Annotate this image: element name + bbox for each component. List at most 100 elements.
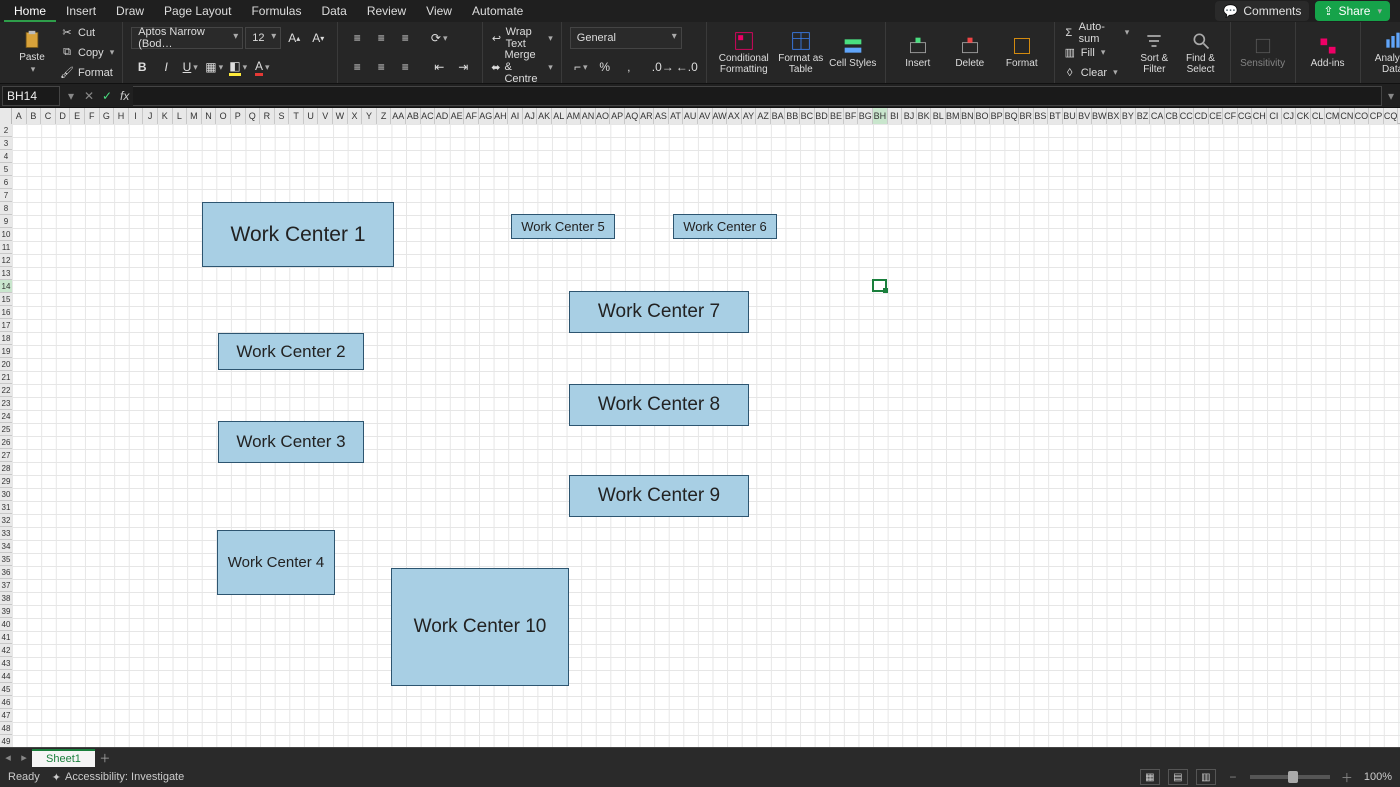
increase-font-button[interactable]: A▴	[283, 27, 305, 49]
row-header[interactable]: 18	[0, 332, 12, 345]
copy-button[interactable]: ⧉Copy▾	[60, 44, 114, 62]
fx-icon[interactable]: fx	[116, 89, 133, 103]
column-header[interactable]: BI	[888, 108, 903, 124]
row-header[interactable]: 10	[0, 228, 12, 241]
column-header[interactable]: E	[70, 108, 85, 124]
row-header[interactable]: 19	[0, 345, 12, 358]
row-header[interactable]: 37	[0, 579, 12, 592]
column-header[interactable]: K	[158, 108, 173, 124]
column-header[interactable]: R	[260, 108, 275, 124]
format-cells-button[interactable]: Format	[998, 26, 1046, 80]
row-header[interactable]: 22	[0, 384, 12, 397]
font-color-button[interactable]: A▾	[251, 56, 273, 78]
column-header[interactable]: D	[56, 108, 71, 124]
column-header[interactable]: Z	[377, 108, 392, 124]
decrease-decimal-button[interactable]: ←.0	[676, 56, 698, 78]
menu-tab-review[interactable]: Review	[357, 1, 416, 22]
underline-button[interactable]: U▾	[179, 56, 201, 78]
row-header[interactable]: 48	[0, 722, 12, 735]
find-select-button[interactable]: Find & Select	[1179, 26, 1221, 80]
addins-button[interactable]: Add-ins	[1304, 26, 1352, 80]
column-header[interactable]: AJ	[523, 108, 538, 124]
column-header[interactable]: L	[173, 108, 188, 124]
accounting-format-button[interactable]: ⌐▾	[570, 56, 592, 78]
wrap-text-button[interactable]: ↩Wrap Text▾	[491, 29, 553, 47]
column-header[interactable]: AC	[421, 108, 436, 124]
clear-button[interactable]: ◊Clear▾	[1063, 64, 1129, 82]
column-header[interactable]: CP	[1369, 108, 1384, 124]
menu-tab-page-layout[interactable]: Page Layout	[154, 1, 241, 22]
column-header[interactable]: BX	[1107, 108, 1122, 124]
column-header[interactable]: U	[304, 108, 319, 124]
align-left-button[interactable]: ≡	[346, 56, 368, 78]
column-header[interactable]: CF	[1223, 108, 1238, 124]
column-header[interactable]: BZ	[1136, 108, 1151, 124]
row-header[interactable]: 4	[0, 150, 12, 163]
column-header[interactable]: BT	[1048, 108, 1063, 124]
row-header[interactable]: 29	[0, 475, 12, 488]
column-header[interactable]: S	[275, 108, 290, 124]
column-header[interactable]: V	[318, 108, 333, 124]
row-header[interactable]: 30	[0, 488, 12, 501]
accept-formula-button[interactable]: ✓	[98, 89, 116, 103]
column-header[interactable]: N	[202, 108, 217, 124]
view-normal-button[interactable]: ▦	[1140, 769, 1160, 785]
column-header[interactable]: CC	[1180, 108, 1195, 124]
increase-indent-button[interactable]: ⇥	[452, 56, 474, 78]
column-header[interactable]: H	[114, 108, 129, 124]
column-header[interactable]: B	[27, 108, 42, 124]
menu-tab-draw[interactable]: Draw	[106, 1, 154, 22]
row-header[interactable]: 25	[0, 423, 12, 436]
column-header[interactable]: CB	[1165, 108, 1180, 124]
decrease-font-button[interactable]: A▾	[307, 27, 329, 49]
menu-tab-view[interactable]: View	[416, 1, 462, 22]
cells-canvas[interactable]: Work Center 1Work Center 2Work Center 3W…	[12, 124, 1400, 747]
zoom-out-button[interactable]: −	[1224, 770, 1242, 784]
column-header[interactable]: AO	[596, 108, 611, 124]
column-header[interactable]: AF	[464, 108, 479, 124]
view-pagebreak-button[interactable]: ▥	[1196, 769, 1216, 785]
column-header[interactable]: BB	[785, 108, 800, 124]
zoom-slider[interactable]	[1250, 775, 1330, 779]
view-pagelayout-button[interactable]: ▤	[1168, 769, 1188, 785]
decrease-indent-button[interactable]: ⇤	[428, 56, 450, 78]
align-bottom-button[interactable]: ≡	[394, 27, 416, 49]
column-header[interactable]: BQ	[1004, 108, 1019, 124]
column-header[interactable]: AE	[450, 108, 465, 124]
borders-button[interactable]: ▦▾	[203, 56, 225, 78]
row-header[interactable]: 26	[0, 436, 12, 449]
row-header[interactable]: 38	[0, 592, 12, 605]
column-header[interactable]: CA	[1150, 108, 1165, 124]
cut-button[interactable]: ✂Cut	[60, 24, 114, 42]
row-header[interactable]: 45	[0, 683, 12, 696]
column-header[interactable]: AH	[494, 108, 509, 124]
column-header[interactable]: BD	[815, 108, 830, 124]
column-header[interactable]: AV	[698, 108, 713, 124]
insert-cells-button[interactable]: Insert	[894, 26, 942, 80]
row-header[interactable]: 5	[0, 163, 12, 176]
row-header[interactable]: 36	[0, 566, 12, 579]
sheet-nav-next[interactable]: ▸	[16, 751, 32, 764]
conditional-formatting-button[interactable]: Conditional Formatting	[715, 26, 773, 80]
row-header[interactable]: 16	[0, 306, 12, 319]
column-header[interactable]: AI	[508, 108, 523, 124]
row-header[interactable]: 43	[0, 657, 12, 670]
shape-work-center[interactable]: Work Center 2	[218, 333, 364, 370]
row-header[interactable]: 2	[0, 124, 12, 137]
row-header[interactable]: 40	[0, 618, 12, 631]
row-header[interactable]: 3	[0, 137, 12, 150]
column-header[interactable]: AD	[435, 108, 450, 124]
share-button[interactable]: ⇪ Share ▾	[1315, 1, 1390, 21]
menu-tab-automate[interactable]: Automate	[462, 1, 533, 22]
row-header[interactable]: 12	[0, 254, 12, 267]
fill-button[interactable]: ▥Fill▾	[1063, 44, 1129, 62]
row-header[interactable]: 41	[0, 631, 12, 644]
expand-formula-bar-button[interactable]: ▾	[1382, 89, 1400, 103]
column-header[interactable]: F	[85, 108, 100, 124]
comments-button[interactable]: 💬 Comments	[1215, 1, 1309, 21]
status-accessibility[interactable]: ✦ Accessibility: Investigate	[52, 771, 184, 784]
menu-tab-data[interactable]: Data	[311, 1, 356, 22]
increase-decimal-button[interactable]: .0→	[652, 56, 674, 78]
column-header[interactable]: BH	[873, 108, 888, 124]
column-header[interactable]: P	[231, 108, 246, 124]
